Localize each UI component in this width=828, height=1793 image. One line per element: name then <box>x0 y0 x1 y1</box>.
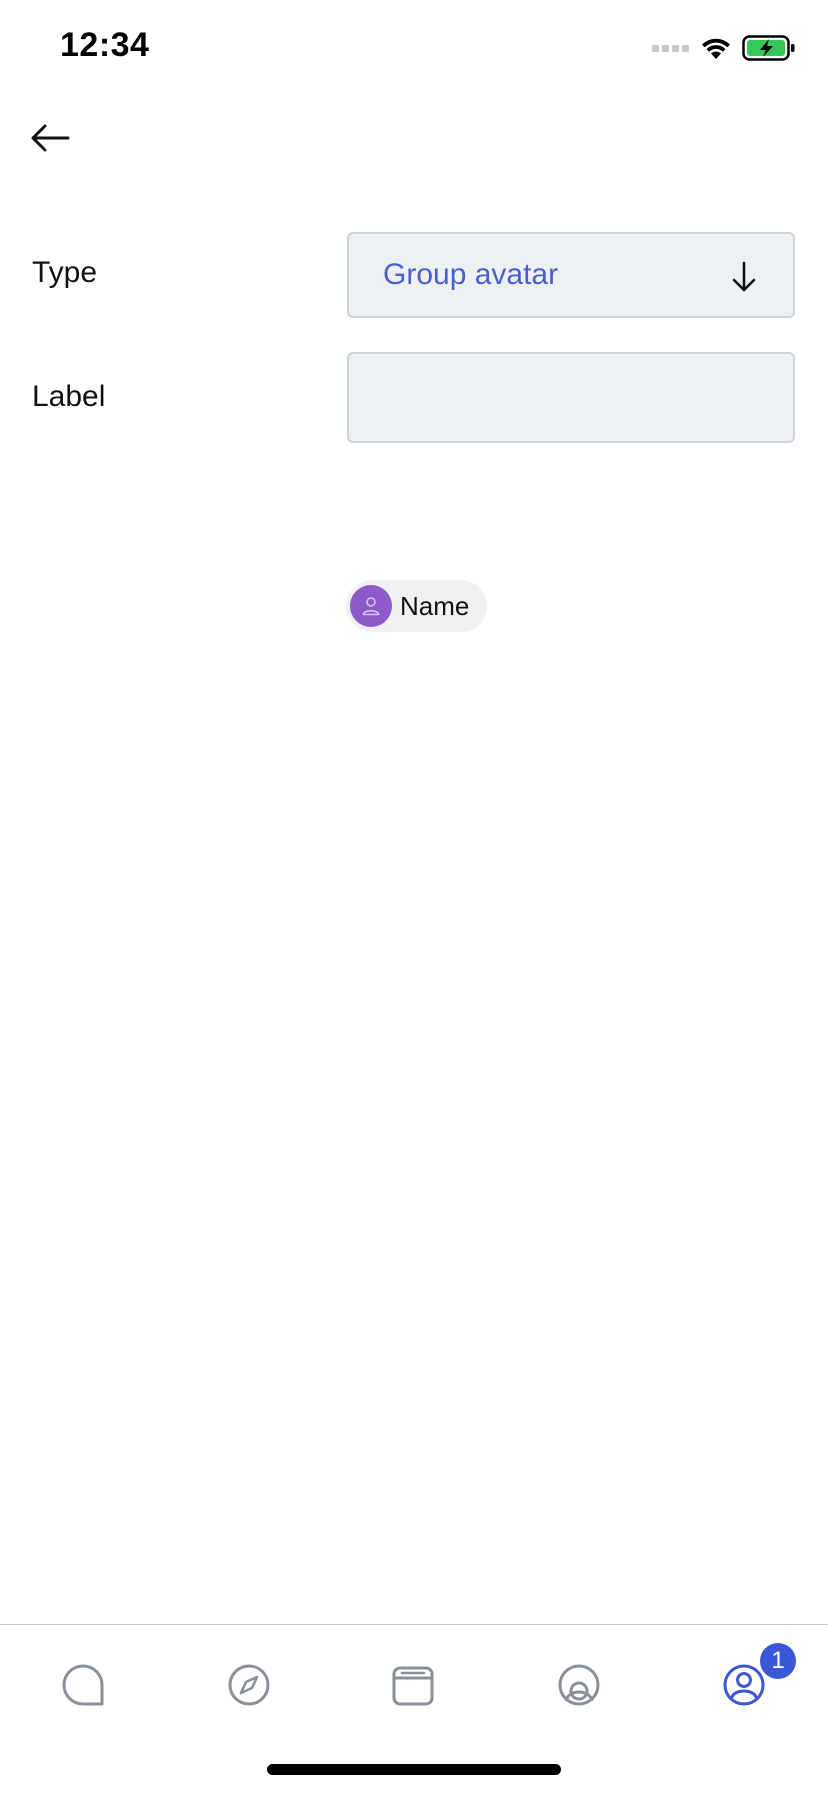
compass-icon <box>228 1664 270 1706</box>
type-label: Type <box>32 256 98 289</box>
notification-badge: 1 <box>760 1643 796 1679</box>
back-button[interactable] <box>22 110 78 166</box>
type-select-value: Group avatar <box>383 258 559 291</box>
battery-charging-icon <box>742 34 796 67</box>
cellular-signal-icon <box>652 41 690 59</box>
type-row: Type Group avatar <box>0 232 828 320</box>
group-avatar <box>350 585 392 627</box>
label-label: Label <box>32 380 106 413</box>
status-bar: 12:34 <box>0 0 828 100</box>
arrow-left-icon <box>31 124 70 152</box>
tab-inbox[interactable] <box>383 1655 443 1715</box>
type-select[interactable]: Group avatar <box>347 232 795 318</box>
avatar-chip: Name <box>346 580 488 632</box>
status-time: 12:34 <box>60 26 150 64</box>
chat-bubble-icon <box>62 1664 104 1706</box>
person-icon <box>362 597 380 616</box>
chip-name: Name <box>400 590 470 621</box>
tab-chat[interactable] <box>53 1655 113 1715</box>
tab-spaces[interactable] <box>549 1655 609 1715</box>
status-icons <box>652 34 796 66</box>
arrow-down-icon <box>729 260 759 294</box>
profile-icon <box>723 1664 765 1706</box>
label-row: Label <box>0 352 828 444</box>
wifi-icon <box>700 35 732 66</box>
inbox-icon <box>392 1666 434 1706</box>
home-indicator <box>267 1764 561 1775</box>
label-input[interactable] <box>347 352 795 443</box>
tab-explore[interactable] <box>219 1655 279 1715</box>
spaces-icon <box>558 1664 600 1706</box>
